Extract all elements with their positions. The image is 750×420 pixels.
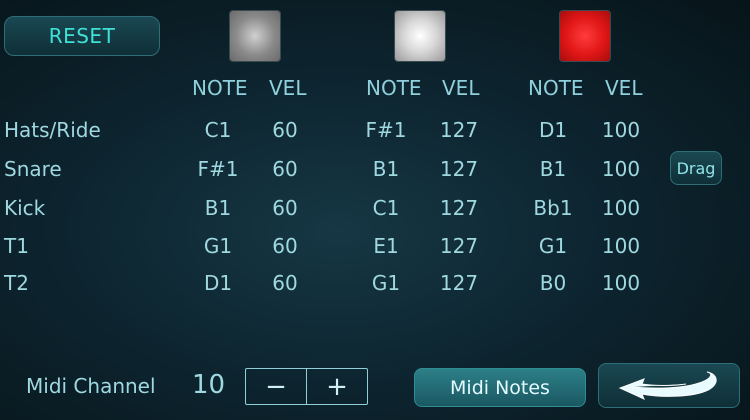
note-cell[interactable]: F#1 [356, 118, 416, 142]
vel-cell[interactable]: 127 [429, 271, 489, 295]
decrement-button[interactable]: − [246, 369, 306, 404]
vel-cell[interactable]: 60 [255, 234, 315, 258]
note-cell[interactable]: D1 [188, 271, 248, 295]
note-cell[interactable]: B1 [356, 157, 416, 181]
vel-cell[interactable]: 60 [255, 157, 315, 181]
drum-pad-gray[interactable] [229, 10, 281, 62]
vel-header-3: VEL [605, 76, 643, 100]
vel-cell[interactable]: 60 [255, 196, 315, 220]
row-label-t1: T1 [4, 234, 29, 258]
midi-channel-value: 10 [192, 370, 226, 400]
note-cell[interactable]: D1 [523, 118, 583, 142]
note-cell[interactable]: G1 [523, 234, 583, 258]
back-arrow-icon [618, 371, 717, 400]
vel-cell[interactable]: 127 [429, 196, 489, 220]
vel-cell[interactable]: 100 [591, 234, 651, 258]
note-cell[interactable]: F#1 [188, 157, 248, 181]
reset-button[interactable]: RESET [4, 16, 160, 56]
note-cell[interactable]: B1 [523, 157, 583, 181]
row-label-t2: T2 [4, 271, 29, 295]
note-cell[interactable]: Bb1 [523, 196, 583, 220]
midi-notes-button[interactable]: Midi Notes [414, 368, 586, 407]
row-label-hats-ride: Hats/Ride [4, 118, 101, 142]
increment-button[interactable]: + [306, 369, 367, 404]
midi-channel-label: Midi Channel [26, 374, 156, 398]
vel-header-2: VEL [442, 76, 480, 100]
note-cell[interactable]: B0 [523, 271, 583, 295]
drum-pad-red[interactable] [559, 10, 611, 62]
note-cell[interactable]: C1 [188, 118, 248, 142]
note-cell[interactable]: C1 [356, 196, 416, 220]
back-button[interactable] [598, 363, 740, 408]
drum-pad-white[interactable] [394, 10, 446, 62]
vel-cell[interactable]: 60 [255, 271, 315, 295]
midi-channel-stepper: − + [245, 368, 368, 405]
vel-cell[interactable]: 127 [429, 118, 489, 142]
vel-cell[interactable]: 100 [591, 271, 651, 295]
note-cell[interactable]: G1 [188, 234, 248, 258]
vel-cell[interactable]: 100 [591, 196, 651, 220]
vel-cell[interactable]: 60 [255, 118, 315, 142]
note-cell[interactable]: B1 [188, 196, 248, 220]
vel-header-1: VEL [269, 76, 307, 100]
vel-cell[interactable]: 127 [429, 234, 489, 258]
drag-button[interactable]: Drag [670, 151, 722, 185]
note-header-3: NOTE [528, 76, 584, 100]
vel-cell[interactable]: 127 [429, 157, 489, 181]
row-label-kick: Kick [4, 196, 46, 220]
note-header-1: NOTE [192, 76, 248, 100]
note-header-2: NOTE [366, 76, 422, 100]
note-cell[interactable]: G1 [356, 271, 416, 295]
vel-cell[interactable]: 100 [591, 118, 651, 142]
note-cell[interactable]: E1 [356, 234, 416, 258]
row-label-snare: Snare [4, 157, 62, 181]
vel-cell[interactable]: 100 [591, 157, 651, 181]
